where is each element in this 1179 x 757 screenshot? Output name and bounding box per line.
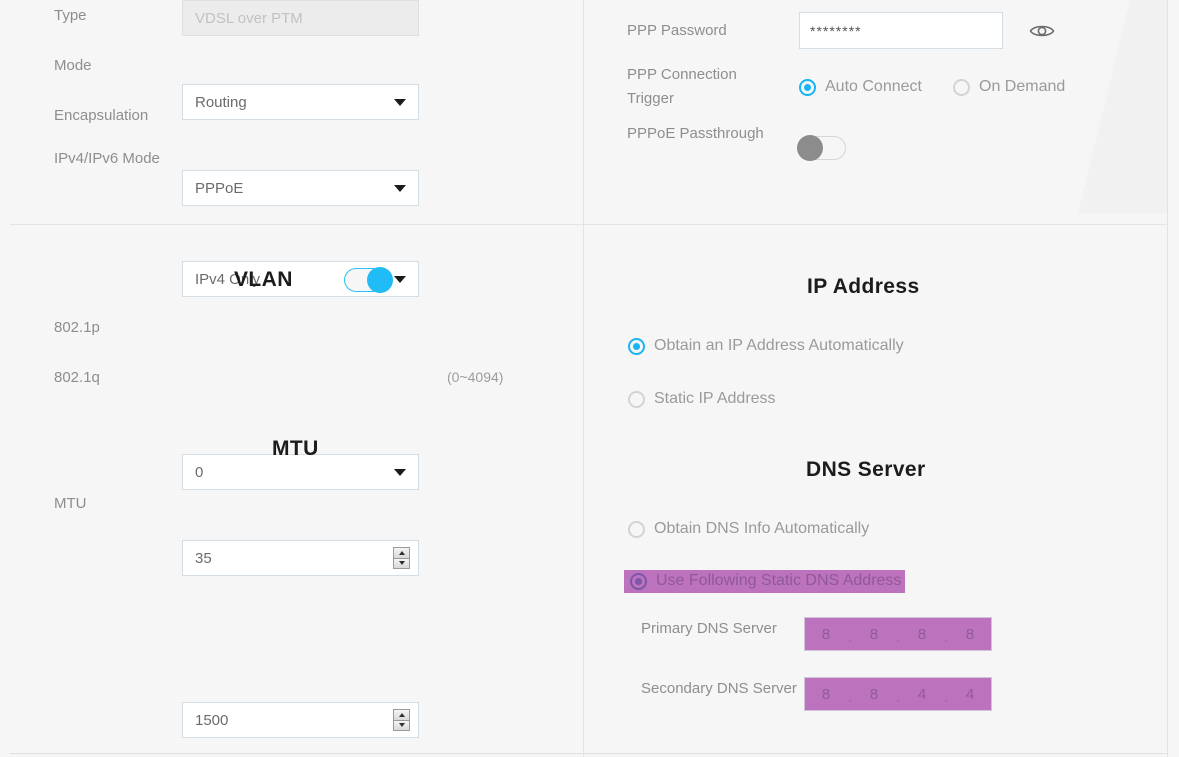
- radio-static-ip-address-indicator: [628, 390, 645, 408]
- center-divider: [583, 0, 584, 757]
- radio-obtain-ip-automatically[interactable]: Obtain an IP Address Automatically: [628, 337, 904, 355]
- radio-obtain-dns-automatically-indicator: [628, 520, 645, 538]
- row-ppp-password: PPP Password: [627, 19, 727, 43]
- vlan-toggle[interactable]: [344, 267, 393, 293]
- radio-auto-connect-label: Auto Connect: [825, 78, 922, 95]
- right-divider: [1167, 0, 1168, 757]
- radio-use-static-dns-indicator: [630, 572, 647, 590]
- type-field: VDSL over PTM: [182, 0, 419, 36]
- mode-select[interactable]: Routing: [182, 84, 419, 120]
- mtu-value: 1500: [195, 711, 229, 729]
- row-ppp-trigger: PPP Connection Trigger: [627, 63, 787, 111]
- label-mode: Mode: [54, 57, 92, 74]
- radio-auto-connect-indicator: [799, 78, 816, 96]
- chevron-down-icon: [394, 185, 406, 192]
- 802-1q-range-hint: (0~4094): [447, 369, 504, 385]
- radio-static-ip-address-label: Static IP Address: [654, 390, 776, 407]
- row-type: Type: [54, 4, 182, 28]
- label-ppp-password: PPP Password: [627, 22, 727, 39]
- row-802-1p: 802.1p: [54, 316, 182, 340]
- stepper-up[interactable]: [394, 710, 409, 721]
- row-ip-mode: IPv4/IPv6 Mode: [54, 147, 182, 171]
- ip-address-section-title: IP Address: [807, 275, 920, 298]
- radio-on-demand[interactable]: On Demand: [953, 78, 1065, 96]
- stepper-up[interactable]: [394, 548, 409, 559]
- pppoe-passthrough-toggle[interactable]: [797, 135, 846, 161]
- radio-use-static-dns[interactable]: Use Following Static DNS Address: [624, 570, 906, 593]
- pppoe-passthrough-toggle-knob: [797, 135, 823, 161]
- primary-dns-octet-3[interactable]: 8: [901, 626, 943, 643]
- label-802-1q: 802.1q: [54, 369, 100, 386]
- vlan-toggle-knob: [367, 267, 393, 293]
- dns-server-section-title: DNS Server: [806, 458, 926, 481]
- 802-1q-input[interactable]: 35: [182, 540, 419, 576]
- mtu-stepper[interactable]: [393, 709, 410, 731]
- label-ipv4-ipv6-mode: IPv4/IPv6 Mode: [54, 150, 160, 167]
- row-mode: Mode: [54, 54, 182, 78]
- label-802-1p: 802.1p: [54, 319, 100, 336]
- secondary-dns-octet-3[interactable]: 4: [901, 686, 943, 703]
- primary-dns-octet-2[interactable]: 8: [853, 626, 895, 643]
- secondary-dns-octet-2[interactable]: 8: [853, 686, 895, 703]
- primary-dns-octet-1[interactable]: 8: [805, 626, 847, 643]
- stepper-down[interactable]: [394, 720, 409, 730]
- eye-icon[interactable]: [1028, 17, 1056, 45]
- chevron-down-icon: [394, 276, 406, 283]
- radio-obtain-ip-automatically-label: Obtain an IP Address Automatically: [654, 337, 904, 354]
- decorative-corner-wedge: [1078, 0, 1168, 213]
- secondary-dns-octet-4[interactable]: 4: [949, 686, 991, 703]
- chevron-down-icon: [394, 99, 406, 106]
- mtu-input[interactable]: 1500: [182, 702, 419, 738]
- primary-dns-octet-4[interactable]: 8: [949, 626, 991, 643]
- chevron-down-icon: [394, 469, 406, 476]
- label-secondary-dns-server: Secondary DNS Server: [641, 680, 797, 697]
- label-encapsulation: Encapsulation: [54, 107, 149, 124]
- secondary-dns-input[interactable]: 8 . 8 . 4 . 4: [804, 677, 992, 711]
- row-encapsulation: Encapsulation: [54, 104, 182, 128]
- ppp-password-input[interactable]: ********: [799, 12, 1003, 49]
- 802-1q-value: 35: [195, 549, 212, 567]
- radio-auto-connect[interactable]: Auto Connect: [799, 78, 922, 96]
- label-type: Type: [54, 7, 87, 24]
- settings-page: Type VDSL over PTM Mode Routing Encapsul…: [0, 0, 1179, 757]
- row-pppoe-passthrough: PPPoE Passthrough: [627, 122, 777, 146]
- ppp-password-value: ********: [810, 22, 862, 39]
- row-mtu: MTU: [54, 492, 182, 516]
- stepper-down[interactable]: [394, 558, 409, 568]
- label-primary-dns-server: Primary DNS Server: [641, 620, 777, 637]
- row-secondary-dns: Secondary DNS Server: [641, 677, 801, 701]
- secondary-dns-octet-1[interactable]: 8: [805, 686, 847, 703]
- radio-on-demand-indicator: [953, 78, 970, 96]
- row-802-1q: 802.1q: [54, 366, 182, 390]
- bottom-divider: [10, 753, 1168, 754]
- label-ppp-connection-trigger: PPP Connection Trigger: [627, 66, 737, 107]
- encapsulation-select[interactable]: PPPoE: [182, 170, 419, 206]
- radio-static-ip-address[interactable]: Static IP Address: [628, 390, 776, 408]
- label-pppoe-passthrough: PPPoE Passthrough: [627, 125, 764, 142]
- radio-obtain-ip-automatically-indicator: [628, 337, 645, 355]
- radio-use-static-dns-label: Use Following Static DNS Address: [656, 572, 902, 589]
- section-divider: [10, 224, 1168, 225]
- type-value: VDSL over PTM: [195, 9, 303, 27]
- label-mtu: MTU: [54, 495, 87, 512]
- radio-obtain-dns-automatically[interactable]: Obtain DNS Info Automatically: [628, 520, 869, 538]
- mode-value: Routing: [195, 93, 247, 111]
- radio-obtain-dns-automatically-label: Obtain DNS Info Automatically: [654, 520, 870, 537]
- row-primary-dns: Primary DNS Server: [641, 617, 791, 641]
- 802-1p-value: 0: [195, 463, 204, 481]
- encapsulation-value: PPPoE: [195, 179, 244, 197]
- 802-1q-stepper[interactable]: [393, 547, 410, 569]
- mtu-section-title: MTU: [272, 437, 319, 460]
- primary-dns-input[interactable]: 8 . 8 . 8 . 8: [804, 617, 992, 651]
- vlan-section-title: VLAN: [234, 268, 293, 291]
- radio-on-demand-label: On Demand: [979, 78, 1066, 95]
